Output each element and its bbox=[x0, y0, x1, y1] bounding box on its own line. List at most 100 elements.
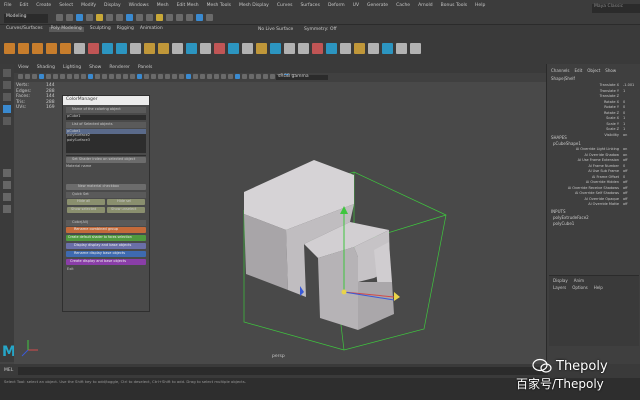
attribute-value[interactable]: off bbox=[623, 191, 628, 196]
shelf-tab[interactable]: Poly Modeling bbox=[48, 26, 84, 32]
viewport-tool-icon[interactable] bbox=[263, 74, 268, 79]
viewport-tool-icon[interactable] bbox=[88, 74, 93, 79]
menu-item[interactable]: Edit Mesh bbox=[177, 3, 199, 9]
viewport-tool-icon[interactable] bbox=[228, 74, 233, 79]
viewport-tool-icon[interactable] bbox=[116, 74, 121, 79]
viewport-tool-icon[interactable] bbox=[270, 74, 275, 79]
viewport-tool-icon[interactable] bbox=[193, 74, 198, 79]
menu-item[interactable]: Edit bbox=[20, 3, 29, 9]
menu-item[interactable]: Mesh bbox=[157, 3, 169, 9]
viewport-tool-icon[interactable] bbox=[32, 74, 37, 79]
menu-item[interactable]: Mesh Display bbox=[239, 3, 269, 9]
shelf-tool-icon[interactable] bbox=[200, 42, 211, 54]
shelf-tool-icon[interactable] bbox=[32, 42, 43, 54]
dialog-title-bar[interactable]: ColorManager bbox=[63, 96, 149, 105]
status-line-icon[interactable] bbox=[76, 14, 83, 21]
attribute-value[interactable]: off bbox=[623, 186, 628, 191]
shelf-tool-icon[interactable] bbox=[382, 42, 393, 54]
paint-select-icon[interactable] bbox=[3, 93, 11, 101]
workspace-search[interactable]: Maya Classic bbox=[592, 4, 640, 13]
shelf-tool-icon[interactable] bbox=[18, 42, 29, 54]
attribute-value[interactable]: 0 bbox=[623, 111, 625, 116]
layer-tab[interactable]: Display bbox=[553, 279, 568, 283]
menu-item[interactable]: Bonus Tools bbox=[441, 3, 467, 9]
attribute-value[interactable]: on bbox=[623, 133, 627, 138]
shelf-tool-icon[interactable] bbox=[354, 42, 365, 54]
shape-name[interactable]: pCubeShape1 bbox=[553, 142, 581, 146]
channel-box-tab[interactable]: Show bbox=[605, 69, 616, 73]
shelf-tool-icon[interactable] bbox=[340, 42, 351, 54]
shelf-tool-icon[interactable] bbox=[284, 42, 295, 54]
select-tool-icon[interactable] bbox=[3, 69, 11, 77]
shelf-tool-icon[interactable] bbox=[4, 42, 15, 54]
viewport-tool-icon[interactable] bbox=[186, 74, 191, 79]
viewport-tool-icon[interactable] bbox=[74, 74, 79, 79]
viewport-tool-icon[interactable] bbox=[172, 74, 177, 79]
channel-box-tab[interactable]: Edit bbox=[575, 69, 583, 73]
create-shader-button[interactable]: Create default shader to faces selection bbox=[66, 235, 146, 241]
status-line-icon[interactable] bbox=[126, 14, 133, 21]
viewport-tool-icon[interactable] bbox=[165, 74, 170, 79]
viewport-menu-item[interactable]: Renderer bbox=[109, 65, 130, 71]
rename-display-button[interactable]: Rename display base objects bbox=[66, 251, 146, 257]
menu-item[interactable]: Deform bbox=[328, 3, 345, 9]
attribute-value[interactable]: on bbox=[623, 147, 627, 152]
list-item[interactable]: polySurface3 bbox=[66, 138, 146, 143]
attribute-row[interactable]: Ai Override Matte off bbox=[547, 202, 640, 209]
status-line-icon[interactable] bbox=[196, 14, 203, 21]
status-line-icon[interactable] bbox=[186, 14, 193, 21]
shelf-tool-icon[interactable] bbox=[144, 42, 155, 54]
display-base-button[interactable]: Display display and base objects bbox=[66, 243, 146, 249]
shelf-tool-icon[interactable] bbox=[410, 42, 421, 54]
attribute-value[interactable]: off bbox=[623, 180, 628, 185]
selected-objects-list[interactable]: pCube1 polySurface2 polySurface3 bbox=[66, 129, 146, 153]
attribute-value[interactable]: on bbox=[623, 153, 627, 158]
command-input[interactable] bbox=[18, 367, 548, 375]
menu-item[interactable]: Surfaces bbox=[300, 3, 320, 9]
channel-box-tab[interactable]: Channels bbox=[551, 69, 570, 73]
menu-item[interactable]: Modify bbox=[81, 3, 96, 9]
attribute-value[interactable]: -1.001 bbox=[623, 83, 634, 88]
hide-all-button[interactable]: Hide all bbox=[67, 199, 105, 205]
attribute-value[interactable]: 0 bbox=[623, 105, 625, 110]
layout-single-icon[interactable] bbox=[3, 169, 11, 177]
shelf-tab[interactable]: Animation bbox=[140, 26, 163, 32]
name-field[interactable]: pCube1 bbox=[66, 114, 146, 120]
viewport-tool-icon[interactable] bbox=[179, 74, 184, 79]
menu-item[interactable]: Create bbox=[36, 3, 51, 9]
layout-two-icon[interactable] bbox=[3, 193, 11, 201]
shelf-tool-icon[interactable] bbox=[228, 42, 239, 54]
viewport-tool-icon[interactable] bbox=[25, 74, 30, 79]
attribute-value[interactable]: off bbox=[623, 197, 628, 202]
viewport-tool-icon[interactable] bbox=[53, 74, 58, 79]
menu-item[interactable]: UV bbox=[353, 3, 359, 9]
shelf-tool-icon[interactable] bbox=[130, 42, 141, 54]
viewport-tool-icon[interactable] bbox=[235, 74, 240, 79]
shelf-tab[interactable]: Rigging bbox=[117, 26, 134, 32]
menu-item[interactable]: Cache bbox=[396, 3, 410, 9]
status-line-icon[interactable] bbox=[106, 14, 113, 21]
shelf-tool-icon[interactable] bbox=[88, 42, 99, 54]
shelf-tab[interactable]: Curves/Surfaces bbox=[6, 26, 43, 32]
object-name[interactable]: Shape|Shelf bbox=[551, 77, 575, 81]
viewport-tool-icon[interactable] bbox=[158, 74, 163, 79]
status-line-icon[interactable] bbox=[66, 14, 73, 21]
viewport-tool-icon[interactable] bbox=[249, 74, 254, 79]
menu-item[interactable]: Help bbox=[475, 3, 485, 9]
status-line-icon[interactable] bbox=[96, 14, 103, 21]
menu-item[interactable]: Arnold bbox=[418, 3, 433, 9]
workspace-select[interactable]: Modeling bbox=[4, 14, 48, 23]
symmetry-label[interactable]: Symmetry: Off bbox=[304, 27, 337, 33]
shelf-tool-icon[interactable] bbox=[158, 42, 169, 54]
viewport-tool-icon[interactable] bbox=[81, 74, 86, 79]
viewport-tool-icon[interactable] bbox=[130, 74, 135, 79]
attribute-value[interactable]: 0 bbox=[623, 175, 625, 180]
rotate-tool-icon[interactable] bbox=[3, 117, 11, 125]
attribute-value[interactable]: off bbox=[623, 202, 628, 207]
menu-item[interactable]: Windows bbox=[129, 3, 149, 9]
menu-item[interactable]: File bbox=[4, 3, 12, 9]
shelf-tool-icon[interactable] bbox=[368, 42, 379, 54]
viewport-tool-icon[interactable] bbox=[242, 74, 247, 79]
shelf-tool-icon[interactable] bbox=[46, 42, 57, 54]
menu-item[interactable]: Display bbox=[104, 3, 121, 9]
